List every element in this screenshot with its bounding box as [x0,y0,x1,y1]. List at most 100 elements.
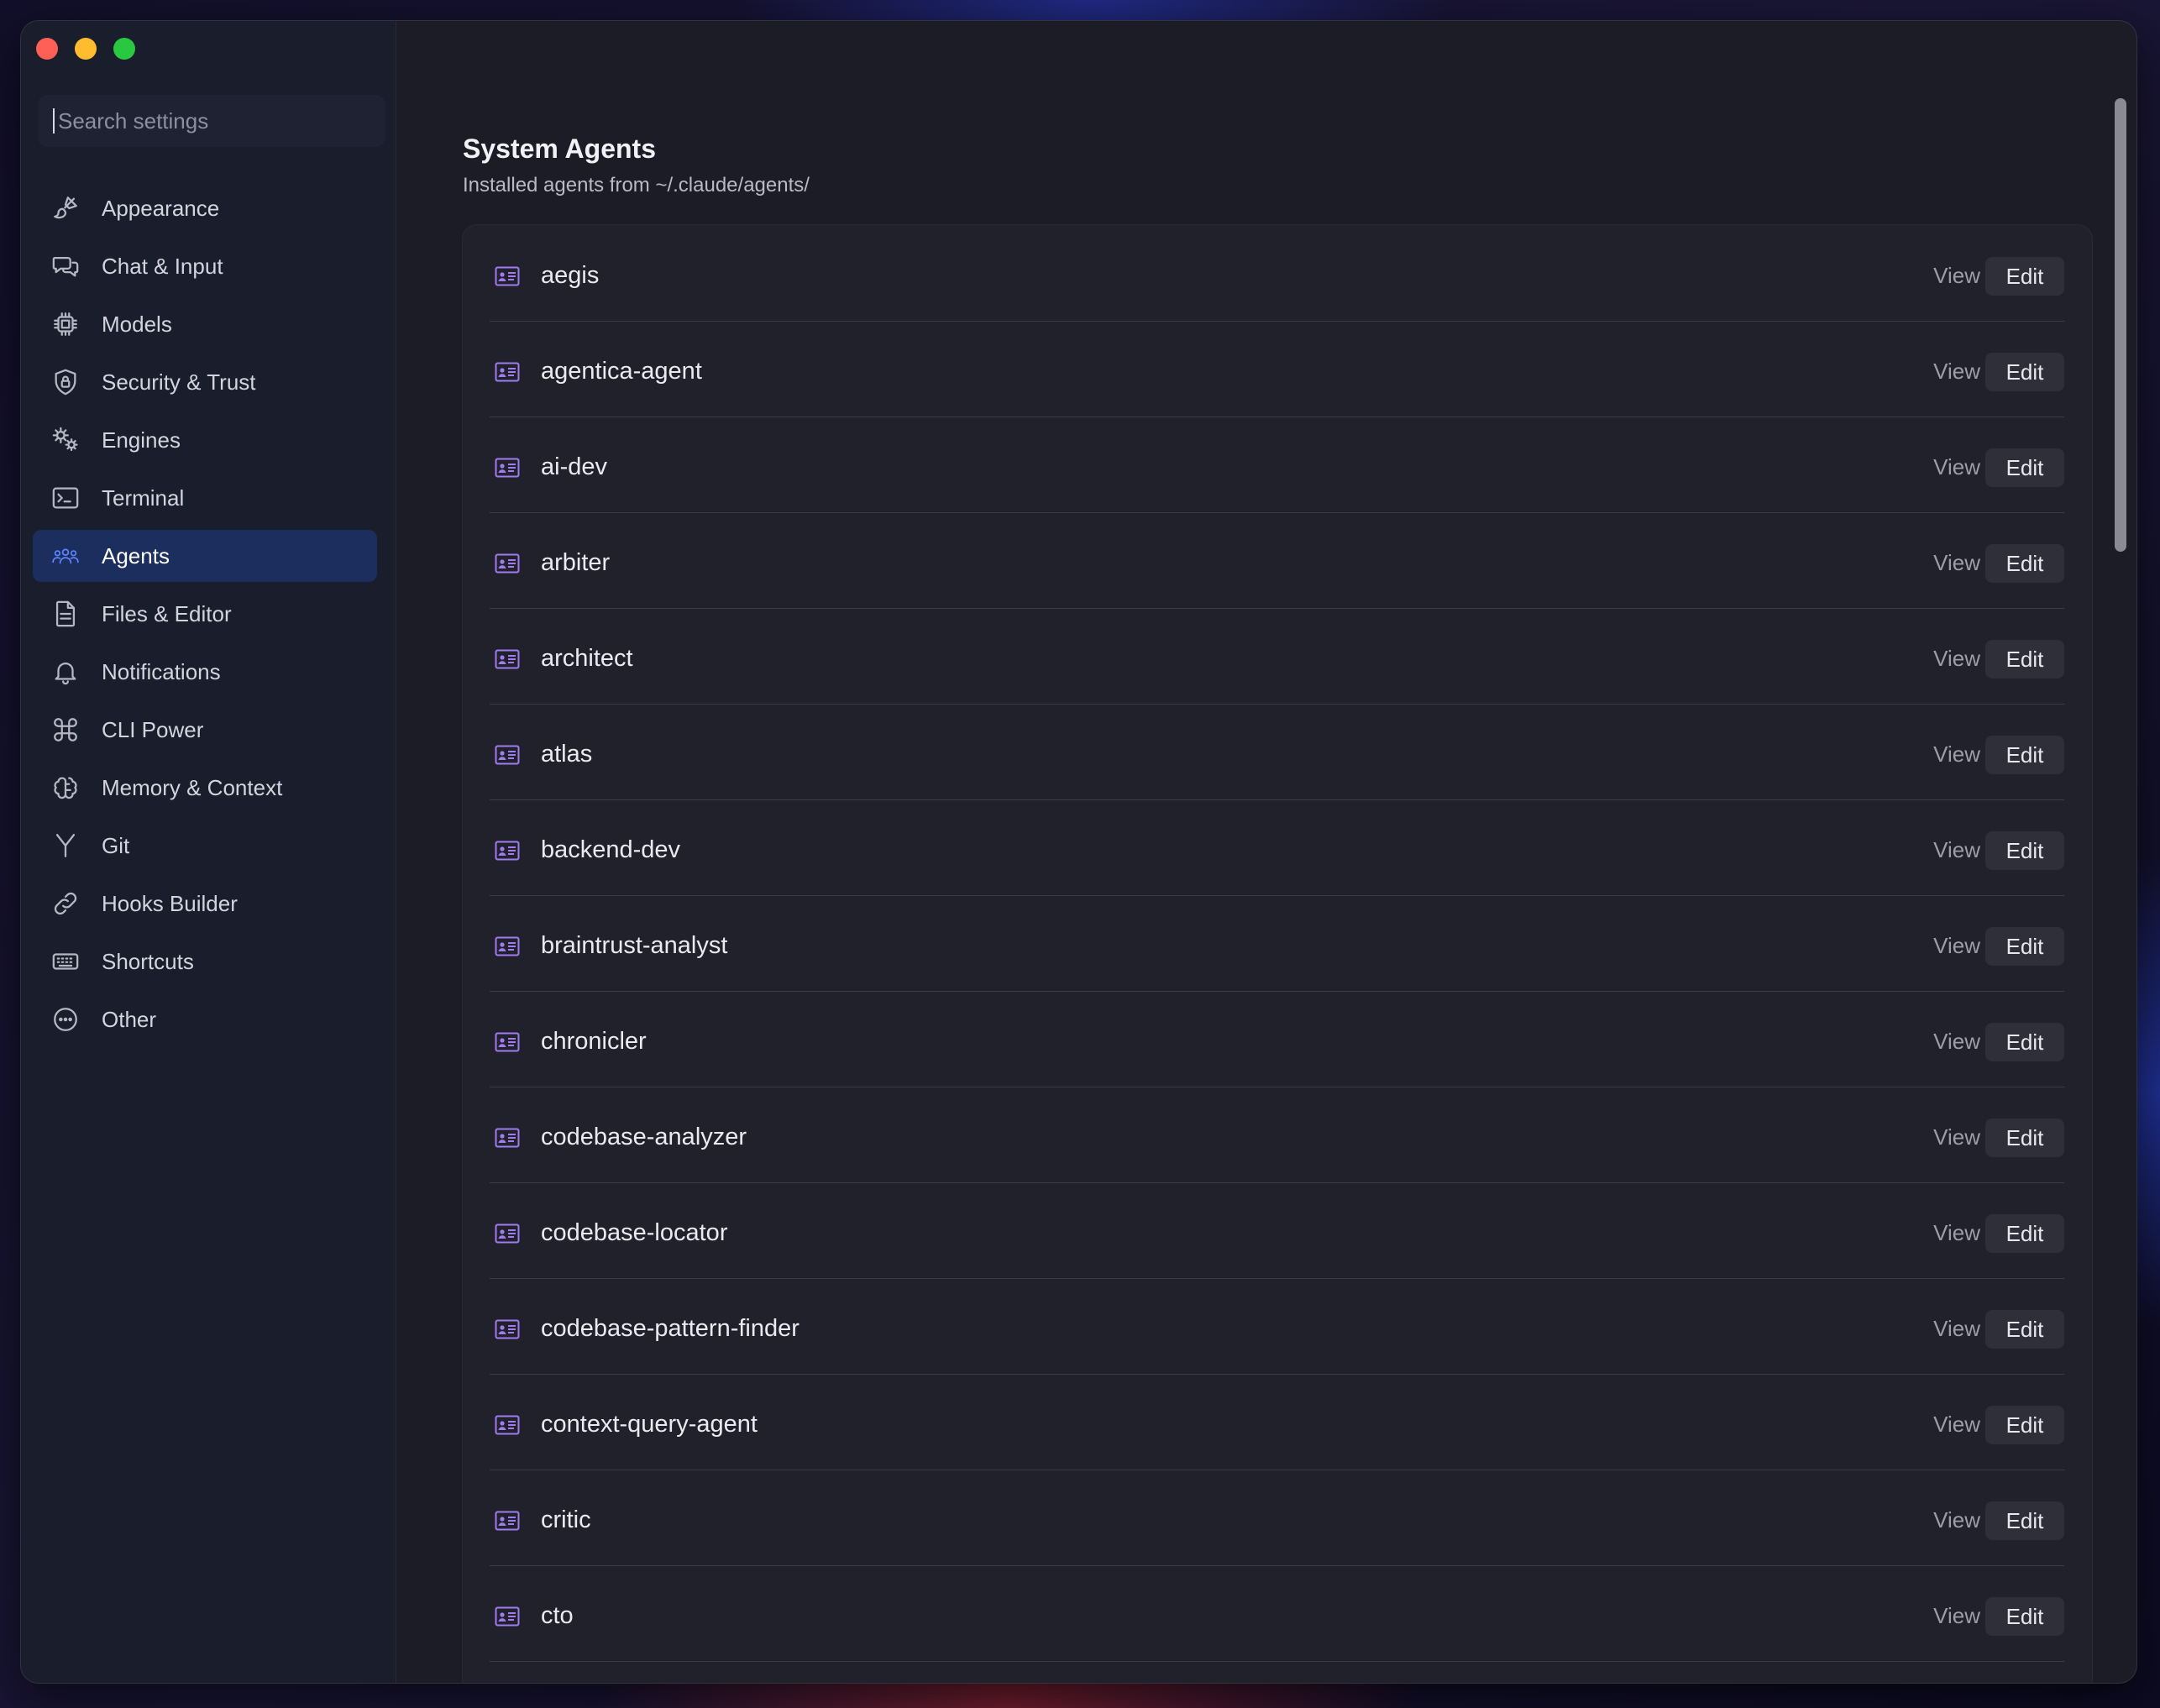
agent-row: codebase-locator View Edit [490,1182,2064,1279]
sidebar-item-security-trust[interactable]: Security & Trust [33,356,377,408]
agent-name: agentica-agent [541,358,702,385]
view-agent-button[interactable]: View [1933,550,1980,576]
sidebar-item-engines[interactable]: Engines [33,414,377,466]
sidebar-item-chat-input[interactable]: Chat & Input [33,240,377,292]
edit-agent-button[interactable]: Edit [1985,831,2064,870]
view-agent-button[interactable]: View [1933,1507,1980,1533]
agent-card-icon [495,266,520,286]
view-agent-button[interactable]: View [1933,1316,1980,1342]
search-input[interactable] [56,107,362,135]
traffic-lights [36,38,135,60]
agent-row: agentica-agent View Edit [490,321,2064,417]
edit-agent-button[interactable]: Edit [1985,1214,2064,1253]
edit-agent-button[interactable]: Edit [1985,1597,2064,1636]
ellipsis-circle-icon [51,1005,85,1034]
agent-name: architect [541,645,633,672]
agent-name: codebase-locator [541,1219,728,1246]
scrollbar-thumb[interactable] [2115,98,2126,552]
view-agent-button[interactable]: View [1933,1412,1980,1438]
sidebar-item-label: Shortcuts [102,948,194,974]
sidebar-item-shortcuts[interactable]: Shortcuts [33,935,377,988]
scrollbar[interactable] [2113,98,2128,1683]
view-agent-button[interactable]: View [1933,454,1980,480]
agent-row: architect View Edit [490,608,2064,705]
chat-bubbles-icon [51,252,85,280]
edit-agent-button[interactable]: Edit [1985,1310,2064,1349]
view-agent-button[interactable]: View [1933,263,1980,289]
close-window-button[interactable] [36,38,58,60]
minimize-window-button[interactable] [75,38,97,60]
agent-row: context-query-agent View Edit [490,1374,2064,1470]
document-icon [51,600,85,628]
sidebar-item-hooks-builder[interactable]: Hooks Builder [33,878,377,930]
agent-card-icon [495,1128,520,1148]
sidebar-item-label: Other [102,1006,157,1032]
main-panel: System Agents Installed agents from ~/.c… [396,21,2136,1683]
sidebar-item-other[interactable]: Other [33,993,377,1045]
agent-card-icon [495,1223,520,1244]
view-agent-button[interactable]: View [1933,646,1980,672]
view-agent-button[interactable]: View [1933,1220,1980,1246]
view-agent-button[interactable]: View [1933,837,1980,863]
edit-agent-button[interactable]: Edit [1985,448,2064,487]
agent-row: arbiter View Edit [490,512,2064,609]
git-branch-icon [51,831,85,860]
edit-agent-button[interactable]: Edit [1985,640,2064,678]
view-agent-button[interactable]: View [1933,933,1980,959]
sidebar-nav: Appearance Chat & Input Models Security & T… [33,182,377,1051]
sidebar-item-agents[interactable]: Agents [33,530,377,582]
agent-row: cto View Edit [490,1565,2064,1662]
sidebar-item-label: Security & Trust [102,369,256,395]
agent-name: atlas [541,741,593,768]
sidebar-item-label: Engines [102,427,181,453]
search-box[interactable] [38,95,385,147]
sidebar-item-notifications[interactable]: Notifications [33,646,377,698]
sidebar-item-label: Terminal [102,485,185,511]
sidebar-item-label: Chat & Input [102,253,223,279]
sidebar-item-cli-power[interactable]: CLI Power [33,704,377,756]
agent-name: arbiter [541,549,611,576]
view-agent-button[interactable]: View [1933,1029,1980,1055]
sidebar-item-label: Models [102,311,172,337]
edit-agent-button[interactable]: Edit [1985,1501,2064,1540]
sidebar-item-terminal[interactable]: Terminal [33,472,377,524]
agent-row: codebase-pattern-finder View Edit [490,1278,2064,1375]
gears-icon [51,426,85,454]
keyboard-icon [51,947,85,976]
edit-agent-button[interactable]: Edit [1985,927,2064,966]
agent-card-icon [495,936,520,956]
edit-agent-button[interactable]: Edit [1985,353,2064,391]
edit-agent-button[interactable]: Edit [1985,1406,2064,1444]
agent-card-icon [495,1032,520,1052]
edit-agent-button[interactable]: Edit [1985,1119,2064,1157]
zoom-window-button[interactable] [113,38,135,60]
agent-row: chronicler View Edit [490,991,2064,1087]
agent-card-icon [495,841,520,861]
agent-name: chronicler [541,1028,647,1055]
edit-agent-button[interactable]: Edit [1985,1023,2064,1061]
agent-card-icon [495,1415,520,1435]
sidebar-item-memory-context[interactable]: Memory & Context [33,762,377,814]
agent-name: braintrust-analyst [541,932,728,959]
agent-card-icon [495,1511,520,1531]
edit-agent-button[interactable]: Edit [1985,736,2064,774]
edit-agent-button[interactable]: Edit [1985,257,2064,296]
view-agent-button[interactable]: View [1933,1124,1980,1150]
view-agent-button[interactable]: View [1933,1603,1980,1629]
agent-row: codebase-analyzer View Edit [490,1087,2064,1183]
sidebar-item-appearance[interactable]: Appearance [33,182,377,234]
view-agent-button[interactable]: View [1933,359,1980,385]
link-icon [51,889,85,918]
text-cursor [53,108,55,134]
agent-row: braintrust-analyst View Edit [490,895,2064,992]
sidebar-item-git[interactable]: Git [33,820,377,872]
agent-name: ai-dev [541,453,607,480]
sidebar-item-models[interactable]: Models [33,298,377,350]
sidebar-item-files-editor[interactable]: Files & Editor [33,588,377,640]
edit-agent-button[interactable]: Edit [1985,544,2064,583]
cpu-chip-icon [51,310,85,338]
agent-card-icon [495,362,520,382]
agent-list: aegis View Edit agentica-agent View Edit ai-de… [462,224,2093,1683]
agent-card-icon [495,745,520,765]
view-agent-button[interactable]: View [1933,741,1980,768]
